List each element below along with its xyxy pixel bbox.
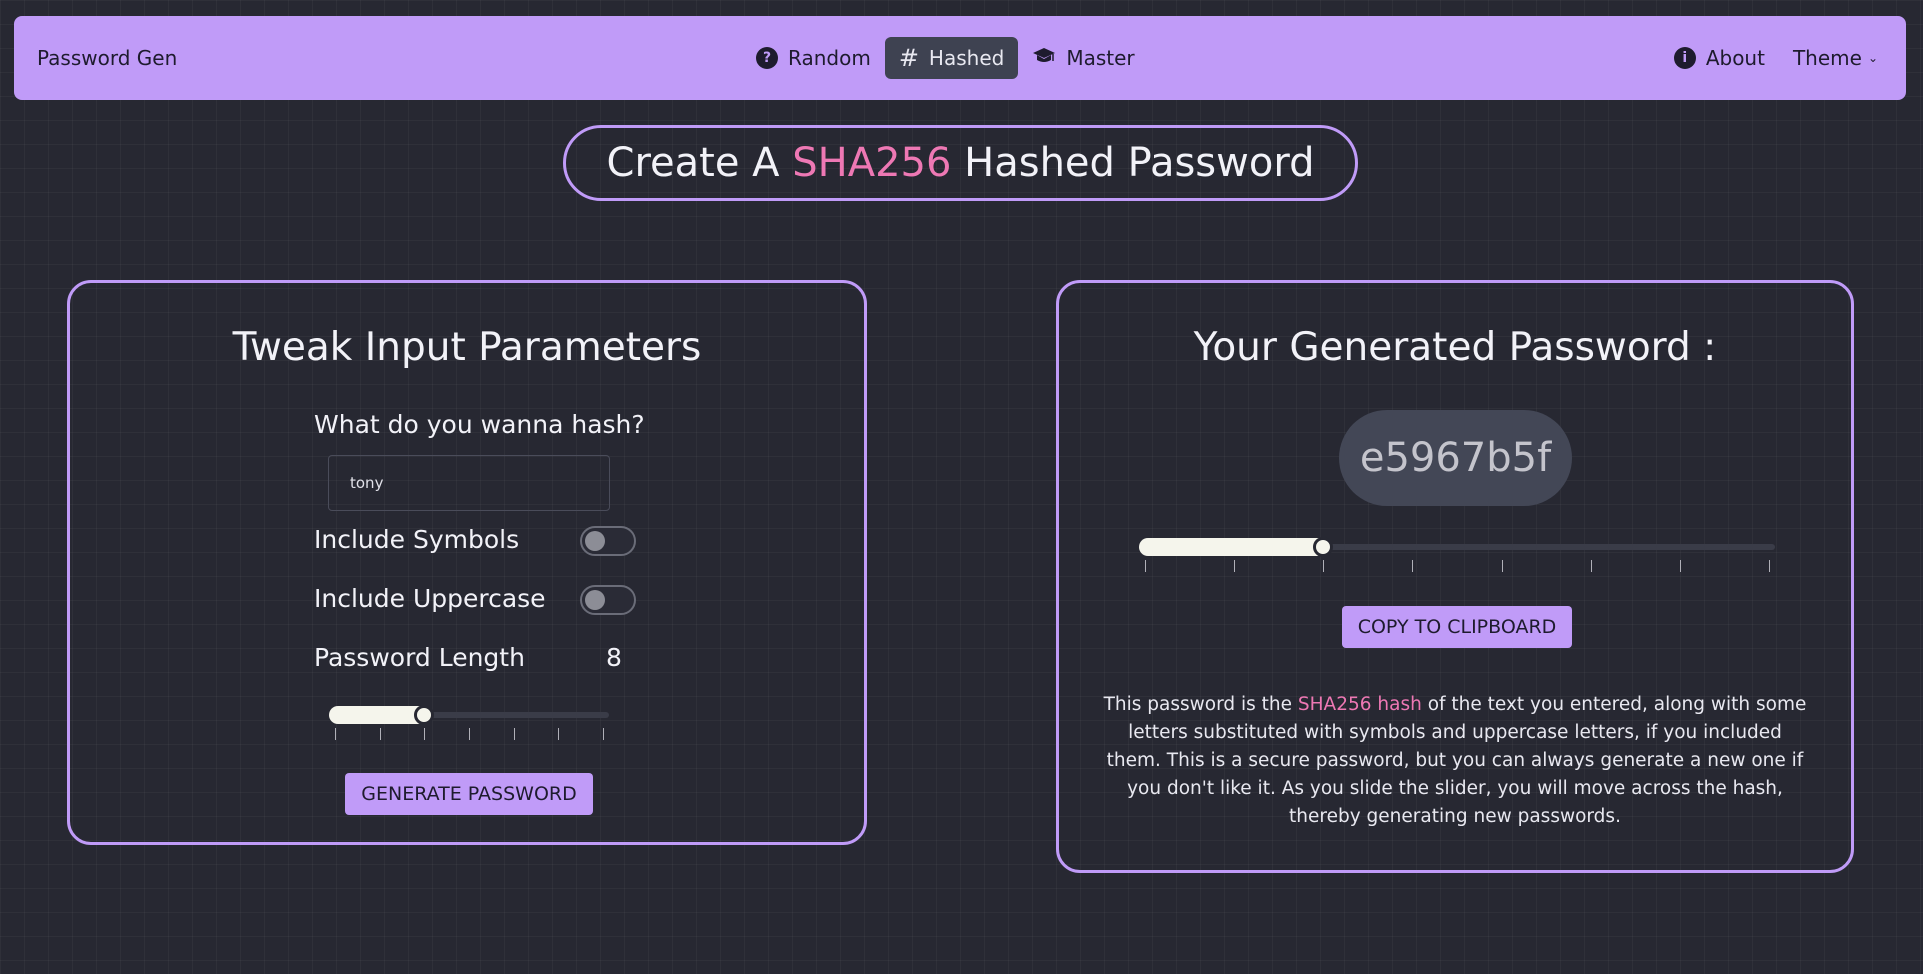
toggle-knob — [585, 590, 605, 610]
copy-to-clipboard-button[interactable]: COPY TO CLIPBOARD — [1342, 606, 1572, 648]
toggle-knob — [585, 531, 605, 551]
description-prefix: This password is the — [1103, 694, 1298, 715]
generated-password-card: Your Generated Password : e5967b5f COPY … — [1056, 280, 1854, 873]
input-card-title: Tweak Input Parameters — [232, 325, 702, 370]
page-title-highlight: SHA256 — [792, 140, 952, 186]
about-link[interactable]: i About — [1668, 37, 1771, 79]
include-symbols-toggle[interactable] — [580, 526, 636, 556]
slider-tick — [379, 728, 381, 740]
generate-password-button[interactable]: GENERATE PASSWORD — [345, 773, 593, 815]
theme-dropdown[interactable]: Theme ⌄ — [1787, 37, 1884, 79]
question-circle-icon: ? — [756, 47, 778, 69]
nav-item-master[interactable]: Master — [1018, 37, 1148, 79]
input-parameters-card: Tweak Input Parameters What do you wanna… — [67, 280, 867, 845]
slider-tick — [424, 728, 426, 740]
nav-links: ? Random # Hashed Master — [742, 37, 1149, 79]
nav-item-hashed[interactable]: # Hashed — [884, 37, 1019, 79]
graduation-cap-svg — [1033, 47, 1056, 62]
page-title-suffix: Hashed Password — [951, 140, 1315, 186]
slider-tick — [1323, 560, 1325, 572]
slider-ticks — [1139, 560, 1775, 572]
include-symbols-label: Include Symbols — [314, 525, 520, 554]
navbar: Password Gen ? Random # Hashed Master i … — [14, 16, 1906, 100]
slider-tick — [1412, 560, 1414, 572]
generated-password: e5967b5f — [1339, 410, 1572, 506]
slider-tick — [1145, 560, 1146, 572]
slider-tick — [603, 728, 604, 740]
about-label: About — [1705, 46, 1765, 70]
page-title: Create A SHA256 Hashed Password — [563, 125, 1358, 201]
slider-tick — [1501, 560, 1503, 572]
hash-input[interactable] — [328, 455, 610, 511]
page-title-prefix: Create A — [606, 140, 793, 186]
slider-tick — [558, 728, 560, 740]
graduation-cap-icon — [1032, 46, 1056, 71]
include-uppercase-toggle[interactable] — [580, 585, 636, 615]
theme-label: Theme — [1792, 46, 1862, 70]
slider-tick — [469, 728, 470, 740]
hash-position-slider[interactable] — [1139, 536, 1775, 572]
output-card-title: Your Generated Password : — [1193, 325, 1717, 370]
slider-tick — [513, 728, 515, 740]
password-length-value: 8 — [606, 643, 622, 672]
nav-item-label: Master — [1066, 46, 1135, 70]
slider-tick — [1679, 560, 1681, 572]
slider-tick — [1769, 560, 1770, 572]
slider-tick — [1234, 560, 1236, 572]
nav-item-label: Random — [788, 46, 871, 70]
slider-tick — [335, 728, 336, 740]
hash-input-label: What do you wanna hash? — [314, 410, 645, 439]
password-description: This password is the SHA256 hash of the … — [1099, 691, 1811, 831]
slider-ticks — [329, 728, 609, 740]
sha256-hash-link[interactable]: SHA256 hash — [1298, 694, 1422, 715]
include-uppercase-label: Include Uppercase — [314, 584, 546, 613]
slider-fill — [1139, 538, 1330, 556]
slider-thumb[interactable] — [1313, 537, 1334, 557]
chevron-down-icon: ⌄ — [1867, 51, 1878, 65]
password-length-slider[interactable] — [329, 704, 609, 740]
brand-link[interactable]: Password Gen — [37, 46, 177, 70]
nav-item-label: Hashed — [928, 46, 1005, 70]
slider-tick — [1590, 560, 1592, 572]
slider-thumb[interactable] — [414, 705, 435, 725]
password-length-label: Password Length — [314, 643, 525, 672]
info-circle-icon: i — [1673, 47, 1696, 69]
hash-icon: # — [898, 44, 919, 72]
nav-item-random[interactable]: ? Random — [742, 37, 885, 79]
nav-right: i About Theme ⌄ — [1668, 37, 1884, 79]
